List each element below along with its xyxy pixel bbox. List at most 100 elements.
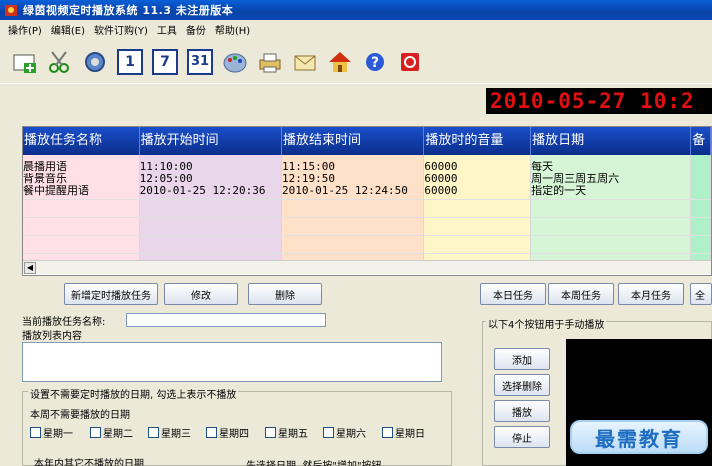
app-icon <box>4 3 18 17</box>
weekday-label: 星期五 <box>278 429 308 440</box>
header-end-time[interactable]: 播放结束时间 <box>282 127 425 155</box>
delete-button[interactable]: 删除 <box>248 283 322 305</box>
menu-order[interactable]: 软件订购(Y) <box>94 22 148 37</box>
today-tasks-button[interactable]: 本日任务 <box>480 283 546 305</box>
header-start-time[interactable]: 播放开始时间 <box>140 127 282 155</box>
all-tasks-button[interactable]: 全 <box>690 283 712 305</box>
column-play-date: 每天 周一周三周五周六 指定的一天 <box>531 155 692 261</box>
toolbar: 1 7 31 ? <box>0 40 712 84</box>
column-remark <box>691 155 711 261</box>
table-cell[interactable]: 晨播用语 <box>23 161 139 173</box>
watermark-logo: 最需教育 <box>570 420 708 454</box>
menu-operate[interactable]: 操作(P) <box>8 22 42 37</box>
table-cell[interactable]: 11:15:00 <box>282 161 423 173</box>
calendar-7-icon[interactable]: 7 <box>152 48 178 75</box>
calendar-1-label: 1 <box>125 53 135 70</box>
table-cell[interactable]: 60000 <box>424 173 530 185</box>
weekday-label: 星期一 <box>43 429 73 440</box>
table-cell[interactable]: 60000 <box>424 185 530 197</box>
home-icon[interactable] <box>327 49 353 75</box>
power-icon[interactable] <box>397 49 423 75</box>
column-start-time: 11:10:00 12:05:00 2010-01-25 12:20:36 <box>139 155 282 261</box>
checkbox-friday[interactable]: 星期五 <box>265 425 308 440</box>
column-task-name: 晨播用语 背景音乐 餐中提醒用语 <box>23 155 140 261</box>
year-skip-label: 本年内其它不播放的日期 <box>34 459 144 466</box>
header-volume[interactable]: 播放时的音量 <box>424 127 532 155</box>
row-divider <box>23 253 711 254</box>
help-glyph: ? <box>371 55 379 71</box>
mail-icon[interactable] <box>292 49 318 75</box>
menu-help[interactable]: 帮助(H) <box>215 22 250 37</box>
menu-backup[interactable]: 备份 <box>186 22 206 37</box>
table-cell[interactable]: 12:19:50 <box>282 173 423 185</box>
menu-tools[interactable]: 工具 <box>157 22 177 37</box>
task-grid[interactable]: 播放任务名称 播放开始时间 播放结束时间 播放时的音量 播放日期 备 晨播用语 … <box>22 126 712 276</box>
header-play-date[interactable]: 播放日期 <box>531 127 692 155</box>
calendar-1-icon[interactable]: 1 <box>117 48 143 75</box>
current-task-field[interactable] <box>126 313 326 327</box>
header-remark[interactable]: 备 <box>691 127 711 155</box>
gear-icon[interactable] <box>82 49 108 75</box>
checkbox-box[interactable] <box>206 427 217 438</box>
window-title: 绿茵视频定时播放系统 11.3 未注册版本 <box>23 4 234 17</box>
playlist-box[interactable] <box>22 342 442 382</box>
weekday-label: 星期日 <box>395 429 425 440</box>
checkbox-box[interactable] <box>90 427 101 438</box>
weekday-label: 星期四 <box>219 429 249 440</box>
weekday-label: 星期二 <box>103 429 133 440</box>
row-divider <box>23 235 711 236</box>
year-hint-label: 先选择日期, 然后按"增加"按钮 <box>246 457 382 466</box>
table-cell[interactable]: 餐中提醒用语 <box>23 185 139 197</box>
table-cell[interactable]: 每天 <box>531 161 690 173</box>
table-cell[interactable]: 11:10:00 <box>140 161 281 173</box>
title-bar: 绿茵视频定时播放系统 11.3 未注册版本 <box>0 0 712 20</box>
scissors-icon[interactable] <box>47 49 73 75</box>
help-icon[interactable]: ? <box>362 49 388 75</box>
checkbox-saturday[interactable]: 星期六 <box>323 425 366 440</box>
playlist-label: 播放列表内容 <box>22 331 82 342</box>
checkbox-tuesday[interactable]: 星期二 <box>90 425 133 440</box>
select-delete-button[interactable]: 选择删除 <box>494 374 550 396</box>
table-cell[interactable]: 12:05:00 <box>140 173 281 185</box>
row-divider <box>23 217 711 218</box>
weekday-label: 星期六 <box>336 429 366 440</box>
add-icon[interactable] <box>12 49 38 75</box>
manual-play-label: 以下4个按钮用于手动播放 <box>486 316 607 331</box>
checkbox-box[interactable] <box>323 427 334 438</box>
month-tasks-button[interactable]: 本月任务 <box>618 283 684 305</box>
modify-button[interactable]: 修改 <box>164 283 238 305</box>
table-cell[interactable]: 指定的一天 <box>531 185 690 197</box>
header-task-name[interactable]: 播放任务名称 <box>23 127 140 155</box>
checkbox-box[interactable] <box>30 427 41 438</box>
menu-edit[interactable]: 编辑(E) <box>51 22 85 37</box>
horizontal-scrollbar[interactable]: ◀ <box>23 260 711 274</box>
column-volume: 60000 60000 60000 <box>424 155 532 261</box>
weekday-label: 星期三 <box>161 429 191 440</box>
checkbox-thursday[interactable]: 星期四 <box>206 425 249 440</box>
table-cell[interactable]: 2010-01-25 12:24:50 <box>282 185 423 197</box>
printer-icon[interactable] <box>257 49 283 75</box>
checkbox-wednesday[interactable]: 星期三 <box>148 425 191 440</box>
scroll-left-icon[interactable]: ◀ <box>24 262 36 274</box>
grid-body: 晨播用语 背景音乐 餐中提醒用语 11:10:00 12:05:00 2010-… <box>23 155 711 261</box>
week-skip-label: 本周不需要播放的日期 <box>30 410 130 421</box>
week-tasks-button[interactable]: 本周任务 <box>548 283 614 305</box>
checkbox-box[interactable] <box>265 427 276 438</box>
checkbox-monday[interactable]: 星期一 <box>30 425 73 440</box>
calendar-31-label: 31 <box>190 54 210 69</box>
table-cell[interactable]: 背景音乐 <box>23 173 139 185</box>
clock-display: 2010-05-27 10:2 <box>486 88 712 114</box>
add-task-button[interactable]: 新增定时播放任务 <box>64 283 158 305</box>
checkbox-sunday[interactable]: 星期日 <box>382 425 425 440</box>
menu-bar: 操作(P) 编辑(E) 软件订购(Y) 工具 备份 帮助(H) <box>0 20 712 38</box>
checkbox-box[interactable] <box>148 427 159 438</box>
table-cell[interactable]: 周一周三周五周六 <box>531 173 690 185</box>
calendar-31-icon[interactable]: 31 <box>187 48 213 75</box>
play-button[interactable]: 播放 <box>494 400 550 422</box>
checkbox-box[interactable] <box>382 427 393 438</box>
palette-icon[interactable] <box>222 49 248 75</box>
table-cell[interactable]: 2010-01-25 12:20:36 <box>140 185 281 197</box>
add-button[interactable]: 添加 <box>494 348 550 370</box>
stop-button[interactable]: 停止 <box>494 426 550 448</box>
table-cell[interactable]: 60000 <box>424 161 530 173</box>
